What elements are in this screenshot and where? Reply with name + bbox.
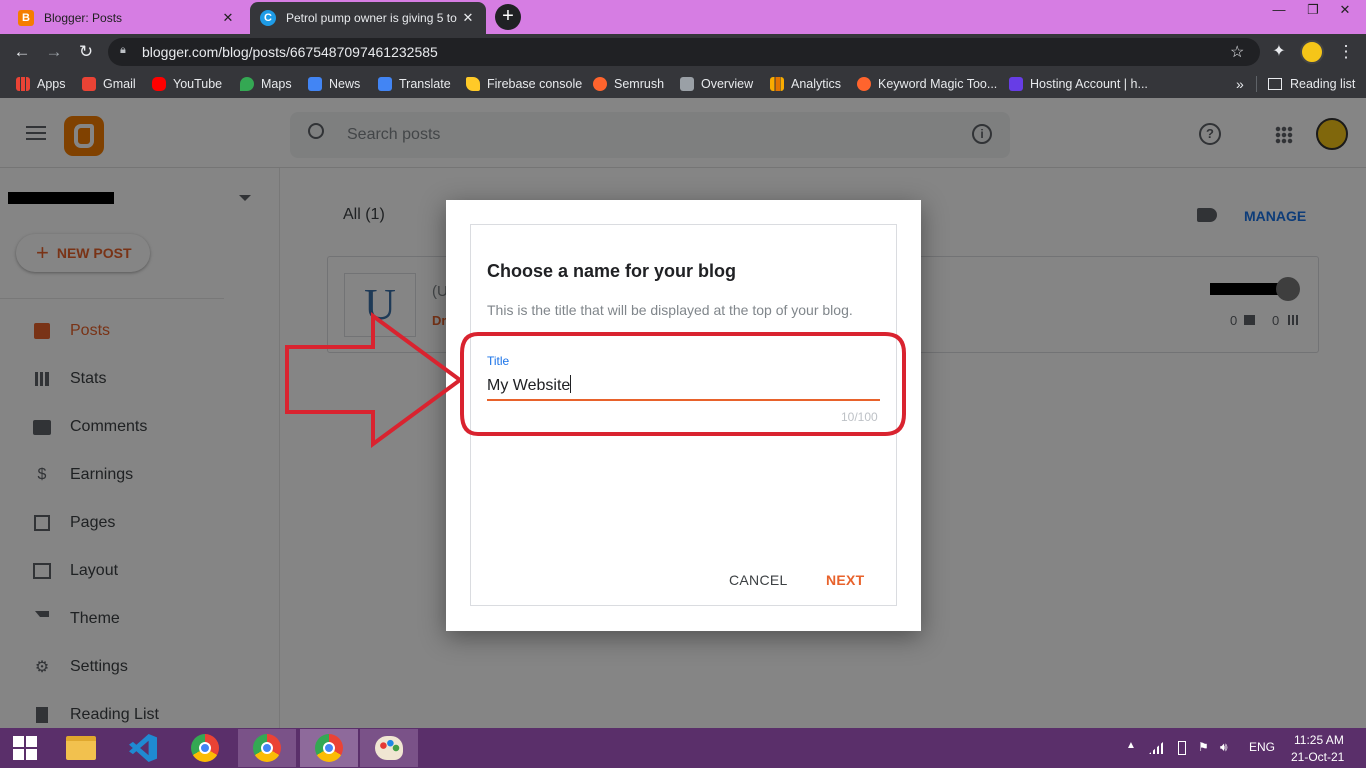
language-indicator[interactable]: ENG <box>1249 740 1275 754</box>
windows-taskbar: ▲ ⚑ 🔊︎ ENG 11:25 AM 21-Oct-21 <box>0 728 1366 768</box>
annotation-overlay <box>285 312 906 448</box>
paint-icon[interactable] <box>360 729 418 767</box>
windows-start-icon[interactable] <box>0 729 50 767</box>
file-explorer-icon[interactable] <box>52 729 110 767</box>
flag-icon[interactable]: ⚑ <box>1198 740 1209 754</box>
clock-time[interactable]: 11:25 AM <box>1294 733 1344 747</box>
chrome-profile-icon[interactable] <box>238 729 296 767</box>
annotation-highlight-ring <box>460 332 906 436</box>
vscode-icon[interactable] <box>114 729 172 767</box>
network-icon[interactable] <box>1149 742 1163 754</box>
chrome-profile-active-icon[interactable] <box>300 729 358 767</box>
show-hidden-icons[interactable]: ▲ <box>1126 740 1136 751</box>
chrome-icon[interactable] <box>176 729 234 767</box>
battery-icon[interactable] <box>1178 741 1186 755</box>
clock-date[interactable]: 21-Oct-21 <box>1291 750 1344 764</box>
volume-icon[interactable]: 🔊︎ <box>1220 740 1228 755</box>
annotation-arrow-icon <box>285 312 464 448</box>
